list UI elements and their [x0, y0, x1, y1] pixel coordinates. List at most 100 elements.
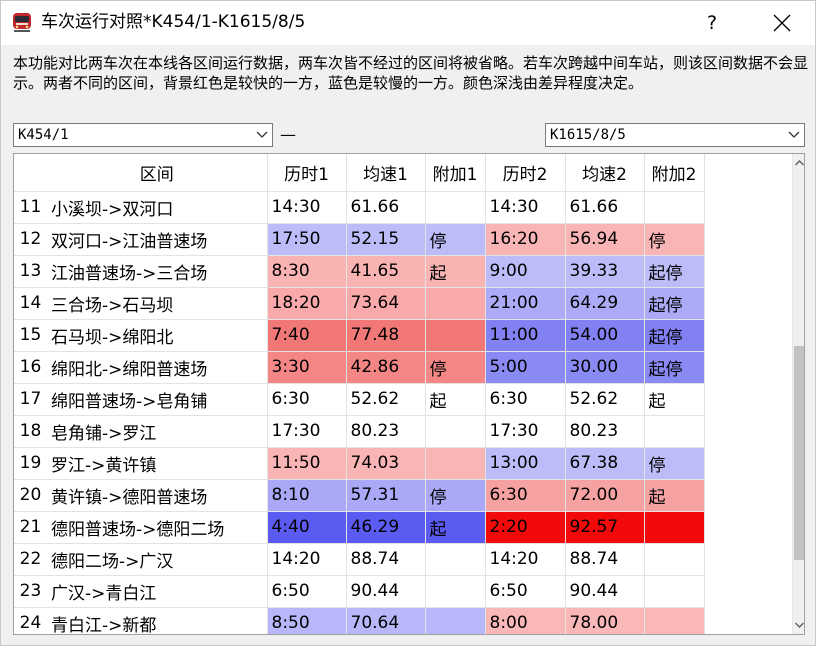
extra2-cell[interactable]: 停: [644, 223, 705, 256]
speed2-cell[interactable]: 92.57: [565, 511, 645, 544]
time2-cell[interactable]: 6:30: [485, 479, 566, 512]
speed2-cell[interactable]: 56.94: [565, 223, 645, 256]
extra2-cell[interactable]: [644, 607, 705, 634]
speed1-cell[interactable]: 70.64: [346, 607, 426, 634]
train2-select[interactable]: K1615/8/5: [545, 123, 805, 147]
time1-cell[interactable]: 14:30: [267, 191, 347, 224]
extra2-cell[interactable]: 停: [644, 447, 705, 480]
speed2-cell[interactable]: 54.00: [565, 319, 645, 352]
segment-cell[interactable]: 绵阳北->绵阳普速场: [47, 351, 268, 384]
segment-cell[interactable]: 德阳二场->广汉: [47, 543, 268, 576]
time2-cell[interactable]: 14:20: [485, 543, 566, 576]
time1-cell[interactable]: 11:50: [267, 447, 347, 480]
table-row[interactable]: 24 青白江->新都 8:50 70.64 8:00 78.00: [14, 607, 705, 634]
table-row[interactable]: 16 绵阳北->绵阳普速场 3:30 42.86 停 5:00 30.00 起停: [14, 351, 705, 384]
time1-cell[interactable]: 18:20: [267, 287, 347, 320]
extra1-cell[interactable]: [425, 415, 486, 448]
close-button[interactable]: [759, 1, 805, 45]
table-row[interactable]: 14 三合场->石马坝 18:20 73.64 21:00 64.29 起停: [14, 287, 705, 320]
row-number[interactable]: 24: [14, 607, 47, 634]
row-number[interactable]: 18: [14, 415, 47, 448]
rownum-header[interactable]: [14, 154, 47, 192]
table-row[interactable]: 18 皂角铺->罗江 17:30 80.23 17:30 80.23: [14, 415, 705, 448]
speed1-cell[interactable]: 52.62: [346, 383, 426, 416]
extra2-cell[interactable]: [644, 511, 705, 544]
extra1-cell[interactable]: [425, 575, 486, 608]
extra1-cell[interactable]: 停: [425, 351, 486, 384]
extra2-cell[interactable]: [644, 415, 705, 448]
time2-cell[interactable]: 2:20: [485, 511, 566, 544]
time1-cell[interactable]: 4:40: [267, 511, 347, 544]
speed2-cell[interactable]: 72.00: [565, 479, 645, 512]
segment-cell[interactable]: 罗江->黄许镇: [47, 447, 268, 480]
column-header-segment[interactable]: 区间: [47, 154, 268, 192]
speed1-cell[interactable]: 57.31: [346, 479, 426, 512]
scrollbar-thumb[interactable]: [794, 346, 804, 560]
speed1-cell[interactable]: 77.48: [346, 319, 426, 352]
extra2-cell[interactable]: [644, 191, 705, 224]
extra2-cell[interactable]: 起停: [644, 255, 705, 288]
speed1-cell[interactable]: 41.65: [346, 255, 426, 288]
comparison-table-view[interactable]: 区间 历时1 均速1 附加1 历时2 均速2 附加2 11 小溪坝->双河口 14:30 61.6…: [13, 153, 805, 635]
speed1-cell[interactable]: 90.44: [346, 575, 426, 608]
column-header-extra1[interactable]: 附加1: [425, 154, 486, 192]
extra1-cell[interactable]: 停: [425, 223, 486, 256]
table-row[interactable]: 15 石马坝->绵阳北 7:40 77.48 11:00 54.00 起停: [14, 319, 705, 352]
extra1-cell[interactable]: [425, 319, 486, 352]
row-number[interactable]: 13: [14, 255, 47, 288]
extra1-cell[interactable]: 起: [425, 383, 486, 416]
time1-cell[interactable]: 7:40: [267, 319, 347, 352]
speed2-cell[interactable]: 90.44: [565, 575, 645, 608]
time1-cell[interactable]: 6:50: [267, 575, 347, 608]
table-row[interactable]: 17 绵阳普速场->皂角铺 6:30 52.62 起 6:30 52.62 起: [14, 383, 705, 416]
extra1-cell[interactable]: 起: [425, 511, 486, 544]
speed1-cell[interactable]: 74.03: [346, 447, 426, 480]
segment-cell[interactable]: 双河口->江油普速场: [47, 223, 268, 256]
speed1-cell[interactable]: 88.74: [346, 543, 426, 576]
segment-cell[interactable]: 江油普速场->三合场: [47, 255, 268, 288]
time2-cell[interactable]: 16:20: [485, 223, 566, 256]
time1-cell[interactable]: 8:30: [267, 255, 347, 288]
help-button[interactable]: ?: [689, 1, 735, 45]
table-row[interactable]: 20 黄许镇->德阳普速场 8:10 57.31 停 6:30 72.00 起: [14, 479, 705, 512]
time2-cell[interactable]: 6:50: [485, 575, 566, 608]
segment-cell[interactable]: 石马坝->绵阳北: [47, 319, 268, 352]
time2-cell[interactable]: 9:00: [485, 255, 566, 288]
segment-cell[interactable]: 皂角铺->罗江: [47, 415, 268, 448]
time2-cell[interactable]: 13:00: [485, 447, 566, 480]
speed1-cell[interactable]: 42.86: [346, 351, 426, 384]
speed2-cell[interactable]: 61.66: [565, 191, 645, 224]
segment-cell[interactable]: 三合场->石马坝: [47, 287, 268, 320]
table-row[interactable]: 12 双河口->江油普速场 17:50 52.15 停 16:20 56.94 停: [14, 223, 705, 256]
speed1-cell[interactable]: 46.29: [346, 511, 426, 544]
row-number[interactable]: 20: [14, 479, 47, 512]
extra2-cell[interactable]: 起停: [644, 351, 705, 384]
time1-cell[interactable]: 8:10: [267, 479, 347, 512]
time2-cell[interactable]: 14:30: [485, 191, 566, 224]
speed2-cell[interactable]: 80.23: [565, 415, 645, 448]
segment-cell[interactable]: 小溪坝->双河口: [47, 191, 268, 224]
segment-cell[interactable]: 青白江->新都: [47, 607, 268, 634]
extra2-cell[interactable]: 起: [644, 383, 705, 416]
vertical-scrollbar[interactable]: [792, 154, 804, 634]
row-number[interactable]: 23: [14, 575, 47, 608]
speed1-cell[interactable]: 52.15: [346, 223, 426, 256]
row-number[interactable]: 14: [14, 287, 47, 320]
speed1-cell[interactable]: 61.66: [346, 191, 426, 224]
scroll-up-button[interactable]: [793, 154, 804, 172]
speed1-cell[interactable]: 73.64: [346, 287, 426, 320]
speed2-cell[interactable]: 30.00: [565, 351, 645, 384]
extra2-cell[interactable]: 起: [644, 479, 705, 512]
column-header-extra2[interactable]: 附加2: [644, 154, 705, 192]
table-row[interactable]: 23 广汉->青白江 6:50 90.44 6:50 90.44: [14, 575, 705, 608]
speed1-cell[interactable]: 80.23: [346, 415, 426, 448]
segment-cell[interactable]: 黄许镇->德阳普速场: [47, 479, 268, 512]
column-header-speed2[interactable]: 均速2: [565, 154, 645, 192]
column-header-time1[interactable]: 历时1: [267, 154, 347, 192]
extra2-cell[interactable]: 起停: [644, 319, 705, 352]
table-row[interactable]: 21 德阳普速场->德阳二场 4:40 46.29 起 2:20 92.57: [14, 511, 705, 544]
row-number[interactable]: 22: [14, 543, 47, 576]
extra1-cell[interactable]: [425, 191, 486, 224]
time2-cell[interactable]: 21:00: [485, 287, 566, 320]
extra1-cell[interactable]: [425, 287, 486, 320]
